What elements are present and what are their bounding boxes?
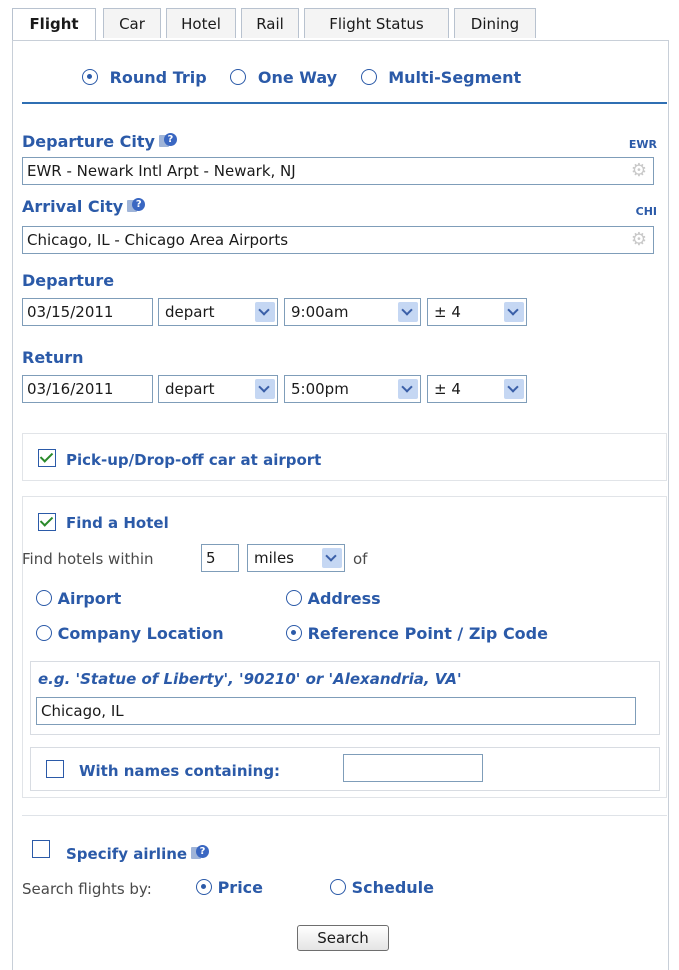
departure-mode-select[interactable]: depart [158,298,278,326]
departure-window-select[interactable]: ± 4 [427,298,527,326]
chevron-down-icon [504,379,524,399]
chevron-down-icon [322,548,342,568]
return-time-select[interactable]: 5:00pm [284,375,421,403]
gear-icon[interactable]: ⚙ [629,230,649,250]
return-mode-select[interactable]: depart [158,375,278,403]
round-trip-label: Round Trip [109,68,207,87]
location-reference-option[interactable]: Reference Point / Zip Code [286,624,548,643]
search-by-price-option[interactable]: Price [196,878,263,897]
airline-label: Specify airline? [66,845,210,863]
distance-input[interactable]: 5 [201,544,239,572]
hotel-option-label: Find a Hotel [66,514,169,532]
names-label: With names containing: [79,762,281,780]
search-by-schedule-option[interactable]: Schedule [330,878,434,897]
one-way-label: One Way [257,68,338,87]
multi-segment-label: Multi-Segment [388,68,522,87]
return-date-input[interactable]: 03/16/2011 [22,375,153,403]
company-location-radio[interactable] [36,625,52,641]
location-company-option[interactable]: Company Location [36,624,224,643]
search-by-label: Search flights by: [22,880,152,898]
address-radio[interactable] [286,590,302,606]
reference-hint: e.g. 'Statue of Liberty', '90210' or 'Al… [38,670,462,688]
tab-flight-status[interactable]: Flight Status [304,8,449,38]
airport-radio[interactable] [36,590,52,606]
chevron-down-icon [504,302,524,322]
return-label: Return [22,348,84,367]
tab-rail[interactable]: Rail [241,8,299,38]
location-address-option[interactable]: Address [286,589,381,608]
chevron-down-icon [398,379,418,399]
help-icon[interactable]: ? [127,198,146,214]
departure-time-select[interactable]: 9:00am [284,298,421,326]
departure-label: Departure [22,271,115,290]
departure-city-label: Departure City? [22,132,177,151]
reference-point-input[interactable]: Chicago, IL [36,697,636,725]
round-trip-radio[interactable] [82,69,98,85]
return-window-select[interactable]: ± 4 [427,375,527,403]
car-checkbox[interactable] [38,449,56,467]
divider [22,815,667,816]
tab-hotel[interactable]: Hotel [166,8,236,38]
section-divider [22,102,667,104]
of-label: of [353,550,368,568]
gear-icon[interactable]: ⚙ [629,161,649,181]
multi-segment-radio[interactable] [360,69,377,85]
one-way-radio[interactable] [230,69,247,85]
location-airport-option[interactable]: Airport [36,589,121,608]
arrival-city-input[interactable]: Chicago, IL - Chicago Area Airports ⚙ [22,226,654,254]
distance-unit-select[interactable]: miles [247,544,345,572]
departure-airport-code: EWR [628,138,657,151]
arrival-city-label: Arrival City? [22,197,146,216]
car-option-label: Pick-up/Drop-off car at airport [66,451,322,469]
schedule-radio[interactable] [330,879,346,895]
hotel-checkbox[interactable] [38,513,56,531]
names-checkbox[interactable] [46,760,64,778]
departure-date-input[interactable]: 03/15/2011 [22,298,153,326]
help-icon[interactable]: ? [191,845,210,861]
tab-flight[interactable]: Flight [12,8,96,41]
arrival-airport-code: CHI [635,205,657,218]
airline-checkbox[interactable] [32,840,50,858]
help-icon[interactable]: ? [158,133,177,149]
search-button[interactable]: Search [297,925,389,951]
chevron-down-icon [398,302,418,322]
reference-point-radio[interactable] [286,625,302,641]
within-label: Find hotels within [22,550,154,568]
chevron-down-icon [255,302,275,322]
departure-city-input[interactable]: EWR - Newark Intl Arpt - Newark, NJ ⚙ [22,157,654,185]
price-radio[interactable] [196,879,212,895]
trip-type-group: Round Trip One Way Multi-Segment [82,68,521,87]
names-input[interactable] [343,754,483,782]
chevron-down-icon [255,379,275,399]
tab-dining[interactable]: Dining [454,8,536,38]
tab-car[interactable]: Car [103,8,161,38]
